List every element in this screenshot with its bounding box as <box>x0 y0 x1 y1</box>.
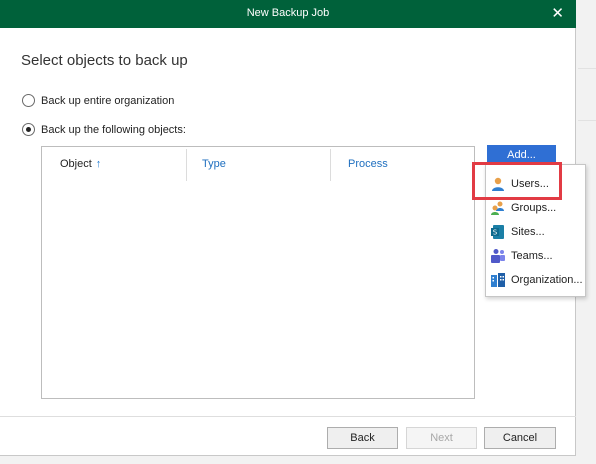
close-icon[interactable]: ✕ <box>551 4 564 22</box>
column-header-process[interactable]: Process <box>348 158 388 170</box>
menu-item-organization[interactable]: Organization... <box>490 272 583 288</box>
cancel-button[interactable]: Cancel <box>484 427 556 449</box>
page-heading: Select objects to back up <box>21 52 188 69</box>
column-divider[interactable] <box>186 149 187 181</box>
back-button[interactable]: Back <box>327 427 398 449</box>
organization-icon <box>490 272 506 288</box>
window-title: New Backup Job <box>246 7 330 19</box>
menu-item-label: Groups... <box>511 202 557 214</box>
footer-divider <box>0 416 576 417</box>
objects-table[interactable]: Object ↑ Type Process <box>41 146 475 399</box>
radio-entire-organization[interactable]: Back up entire organization <box>22 94 174 107</box>
radio-following-objects[interactable]: Back up the following objects: <box>22 123 186 136</box>
sort-ascending-icon: ↑ <box>95 158 102 170</box>
title-bar: New Backup Job ✕ <box>0 0 576 28</box>
column-divider[interactable] <box>330 149 331 181</box>
menu-item-label: Teams... <box>511 250 553 262</box>
sharepoint-site-icon: S <box>490 224 506 240</box>
column-label: Object <box>60 158 92 170</box>
radio-label: Back up entire organization <box>41 94 175 107</box>
radio-button[interactable] <box>22 94 35 107</box>
group-icon <box>490 200 506 216</box>
next-button[interactable]: Next <box>406 427 477 449</box>
column-header-object[interactable]: Object ↑ <box>60 158 101 170</box>
menu-item-sites[interactable]: S Sites... <box>490 224 545 240</box>
svg-text:S: S <box>493 229 498 237</box>
table-header: Object ↑ Type Process <box>42 147 474 183</box>
menu-item-groups[interactable]: Groups... <box>490 200 556 216</box>
menu-item-label: Organization... <box>511 274 583 286</box>
menu-item-teams[interactable]: Teams... <box>490 248 553 264</box>
radio-button-selected[interactable] <box>22 123 35 136</box>
column-header-type[interactable]: Type <box>202 158 226 170</box>
highlight-box <box>472 162 562 200</box>
teams-icon <box>490 248 506 264</box>
radio-label: Back up the following objects: <box>41 123 186 136</box>
menu-item-label: Sites... <box>511 226 545 238</box>
